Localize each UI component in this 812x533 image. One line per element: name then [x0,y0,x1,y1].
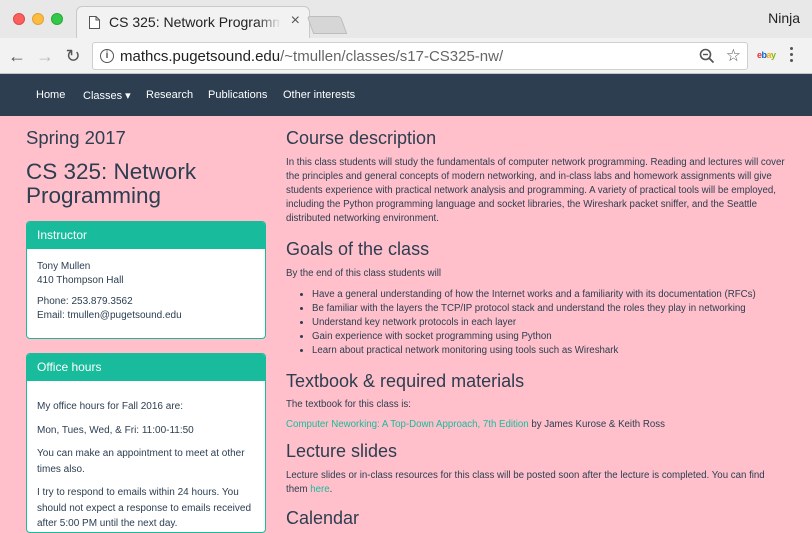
instructor-panel: Instructor Tony Mullen 410 Thompson Hall… [26,221,266,339]
course-title: CS 325: Network Programming [26,159,197,208]
list-item: Learn about practical network monitoring… [312,344,786,358]
lecture-slides-text: Lecture slides or in-class resources for… [286,469,786,497]
bookmark-star-icon[interactable]: ☆ [726,46,741,66]
lecture-slides-link[interactable]: here [310,484,329,495]
instructor-phone: Phone: 253.879.3562 [37,296,133,307]
lecture-slides-heading: Lecture slides [286,441,398,461]
address-bar[interactable]: i mathcs.pugetsound.edu/~tmullen/classes… [92,42,748,70]
office-hours-panel: Office hours My office hours for Fall 20… [26,353,266,533]
list-item: Be familiar with the layers the TCP/IP p… [312,302,786,316]
goals-list: Have a general understanding of how the … [286,288,786,358]
forward-button[interactable]: → [34,45,56,67]
url-text[interactable]: mathcs.pugetsound.edu/~tmullen/classes/s… [120,48,503,65]
lecture-slides-end: . [329,484,333,495]
office-hours-email-policy: I try to respond to emails within 24 hou… [37,487,252,529]
url-path: /~tmullen/classes/s17-CS325-nw/ [280,48,504,65]
textbook-link[interactable]: Computer Neworking: A Top-Down Approach,… [286,419,529,430]
office-hours-times: Mon, Tues, Wed, & Fri: 11:00-11:50 [37,424,194,436]
maximize-window-button[interactable] [51,13,63,25]
calendar-heading: Calendar [286,508,360,528]
textbook-authors: by James Kurose & Keith Ross [528,419,665,430]
semester-heading: Spring 2017 [26,127,126,148]
reload-button[interactable]: ↻ [62,45,84,67]
instructor-name: Tony Mullen [37,261,91,272]
nav-classes-dropdown[interactable]: Classes ▾ [83,89,131,102]
list-item: Understand key network protocols in each… [312,316,786,330]
instructor-office: 410 Thompson Hall [37,275,124,286]
document-icon [89,16,100,29]
zoom-out-icon[interactable] [699,48,715,64]
office-hours-intro: My office hours for Fall 2016 are: [37,401,183,412]
close-window-button[interactable] [13,13,25,25]
lecture-slides-body: Lecture slides or in-class resources for… [286,470,765,495]
list-item: Gain experience with socket programming … [312,330,786,344]
ebay-extension-icon[interactable]: ebay [757,50,776,60]
back-button[interactable]: ← [6,45,28,67]
window-titlebar: CS 325: Network Programming × Ninja [0,0,812,38]
profile-name[interactable]: Ninja [768,10,800,26]
browser-menu-icon[interactable] [790,47,794,65]
browser-toolbar: ← → ↻ i mathcs.pugetsound.edu/~tmullen/c… [0,38,812,74]
instructor-email: Email: tmullen@pugetsound.edu [37,310,182,321]
main-content: Course description In this class student… [286,127,786,529]
url-host: mathcs.pugetsound.edu [120,48,281,65]
course-description-heading: Course description [286,128,437,148]
browser-tab[interactable]: CS 325: Network Programming × [76,6,310,38]
goals-intro: By the end of this class students will [286,268,442,279]
office-hours-panel-heading: Office hours [27,354,265,381]
new-tab-button[interactable] [306,16,348,34]
textbook-intro: The textbook for this class is: [286,399,411,410]
office-hours-appointment: You can make an appointment to meet at o… [37,448,245,475]
textbook-citation: Computer Neworking: A Top-Down Approach,… [286,418,786,432]
nav-home[interactable]: Home [36,89,65,101]
site-navbar: Home Classes ▾ Research Publications Oth… [0,74,812,116]
instructor-panel-heading: Instructor [27,222,265,249]
nav-other-interests[interactable]: Other interests [283,89,355,101]
goals-heading: Goals of the class [286,239,430,259]
course-description-text: In this class students will study the fu… [286,157,785,224]
tab-close-button[interactable]: × [291,13,300,29]
tab-title: CS 325: Network Programming [109,14,281,30]
minimize-window-button[interactable] [32,13,44,25]
nav-publications[interactable]: Publications [208,89,267,101]
list-item: Have a general understanding of how the … [312,288,786,302]
info-icon[interactable]: i [100,49,114,63]
textbook-heading: Textbook & required materials [286,371,525,391]
nav-research[interactable]: Research [146,89,193,101]
